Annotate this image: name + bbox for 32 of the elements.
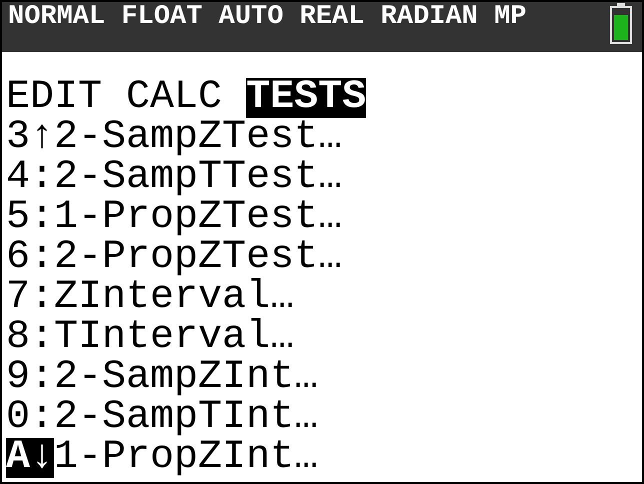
menu-tab[interactable]: CALC [126, 78, 222, 118]
menu-item-label[interactable]: 1-PropZInt… [54, 438, 318, 478]
menu-item-label[interactable]: 2-SampTInt… [54, 398, 318, 438]
item-key[interactable]: 3 [6, 118, 30, 158]
menu-tab[interactable]: EDIT [6, 78, 102, 118]
item-key[interactable]: 4 [6, 158, 30, 198]
item-key[interactable]: 9 [6, 358, 30, 398]
battery-icon [610, 6, 632, 44]
menu-item-label[interactable]: 2-SampZInt… [54, 358, 318, 398]
menu-tab[interactable]: TESTS [246, 78, 366, 118]
item-key[interactable]: 7 [6, 278, 30, 318]
separator: : [30, 398, 54, 438]
separator: ↓ [30, 438, 54, 478]
item-key[interactable]: A [6, 438, 30, 478]
item-key[interactable]: 0 [6, 398, 30, 438]
menu-item-label[interactable]: 2-PropZTest… [54, 238, 342, 278]
separator: ↑ [30, 118, 54, 158]
separator: : [30, 318, 54, 358]
menu-item-label[interactable]: 1-PropZTest… [54, 198, 342, 238]
mode-status: NORMAL FLOAT AUTO REAL RADIAN MP [8, 2, 526, 32]
item-key[interactable]: 6 [6, 238, 30, 278]
menu-item-label[interactable]: 2-SampZTest… [54, 118, 342, 158]
separator: : [30, 358, 54, 398]
menu-item-label[interactable]: 2-SampTTest… [54, 158, 342, 198]
menu-item-label[interactable]: TInterval… [54, 318, 294, 358]
menu-item-label[interactable]: ZInterval… [54, 278, 294, 318]
separator: : [30, 278, 54, 318]
item-key[interactable]: 5 [6, 198, 30, 238]
item-key[interactable]: 8 [6, 318, 30, 358]
separator: : [30, 158, 54, 198]
separator: : [30, 238, 54, 278]
separator: : [30, 198, 54, 238]
